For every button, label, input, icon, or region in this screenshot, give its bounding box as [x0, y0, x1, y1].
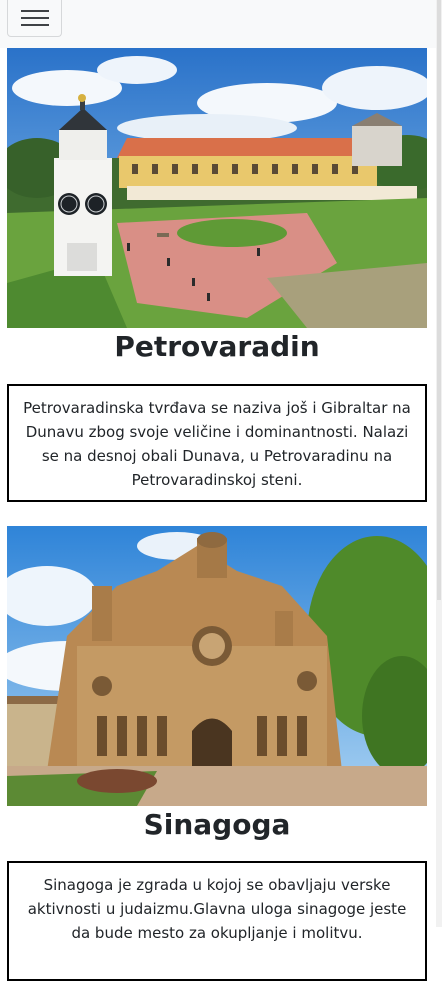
hamburger-icon — [20, 24, 49, 26]
navbar-toggler-button[interactable] — [7, 0, 62, 37]
section-description: Sinagoga je zgrada u kojoj se obavljaju … — [7, 861, 427, 981]
section-title: Petrovaradin — [114, 330, 320, 363]
petrovaradin-photo — [7, 48, 427, 328]
hamburger-icon — [20, 10, 49, 12]
section-petrovaradin: Petrovaradin Petrovaradinska tvrđava se … — [7, 48, 427, 503]
scrollbar[interactable] — [436, 0, 442, 927]
section-sinagoga: Sinagoga Sinagoga je zgrada u kojoj se o… — [7, 526, 427, 981]
navbar — [0, 0, 442, 48]
sinagoga-photo — [7, 526, 427, 806]
hamburger-icon — [20, 17, 49, 19]
section-title: Sinagoga — [143, 808, 291, 841]
scrollbar-thumb[interactable] — [437, 0, 441, 600]
section-description: Petrovaradinska tvrđava se naziva još i … — [7, 384, 427, 502]
